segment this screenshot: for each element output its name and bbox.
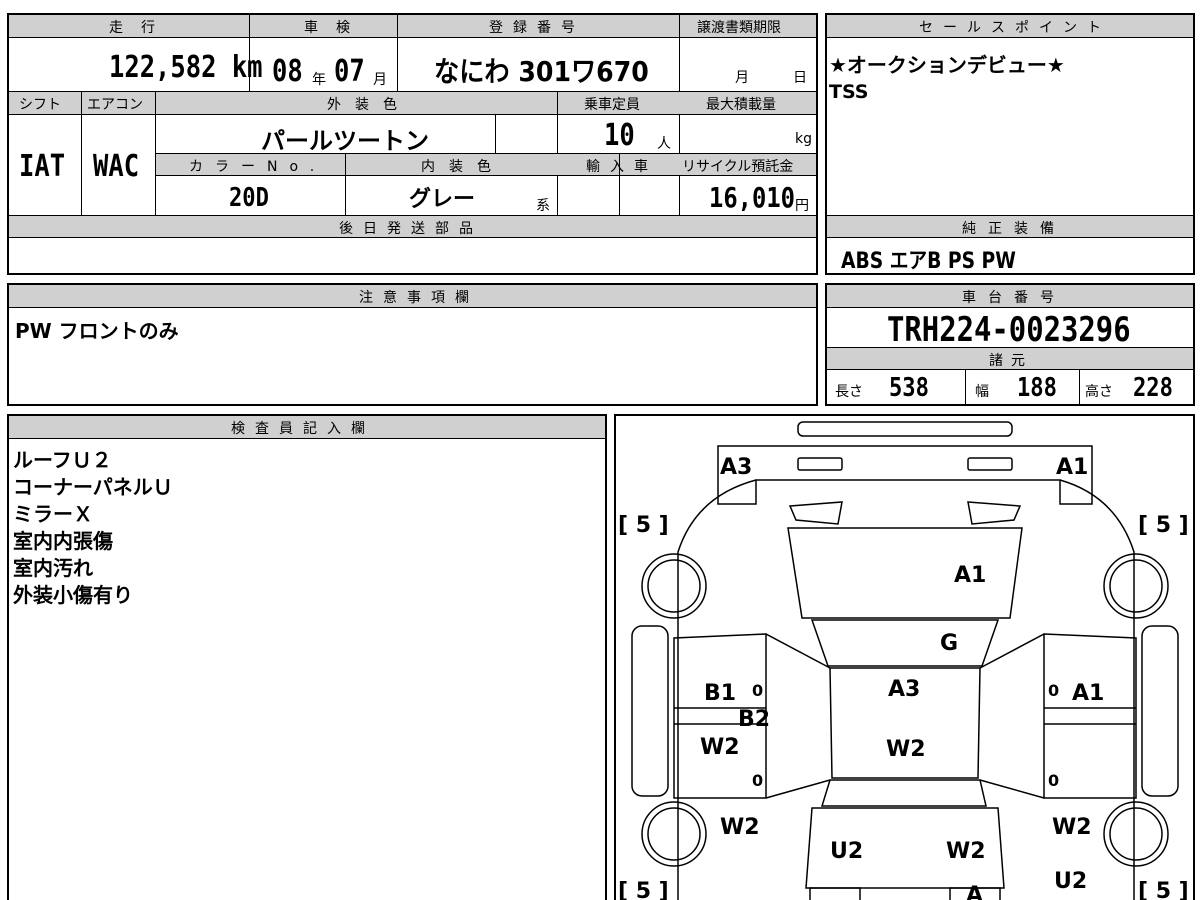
mark-a1-right: A1 <box>1072 681 1104 706</box>
height-value: 228 <box>1133 373 1173 403</box>
chassis-value: TRH224-0023296 <box>887 310 1131 350</box>
chassis-label: 車台番号 <box>962 290 1066 306</box>
exterior-color-value: パールツートン <box>261 127 429 155</box>
exterior-color-label: 外装色 <box>327 97 411 113</box>
length-label: 長さ <box>835 384 863 400</box>
mark-u2-rear-center: U2 <box>830 839 863 864</box>
mark-a1-front-right: A1 <box>1056 455 1088 480</box>
width-label: 幅 <box>975 384 989 400</box>
capacity-label: 乗車定員 <box>584 97 640 113</box>
tire-depth-rear-right: [ 5 ] <box>1138 879 1189 900</box>
later-parts-label: 後日発送部品 <box>339 221 483 237</box>
width-value: 188 <box>1017 373 1057 403</box>
registration-label: 登録番号 <box>489 20 585 36</box>
recycle-unit: 円 <box>795 198 809 214</box>
deadline-day-unit: 日 <box>793 70 807 86</box>
vehicle-info-table: 走行 車検 登録番号 譲渡書類期限 122,582 km 08 年 07 月 な… <box>7 13 818 275</box>
mark-w2-rear-left: W2 <box>720 815 760 840</box>
sales-point-line-1: ★オークションデビュー★ <box>829 53 1065 77</box>
inspection-month: 07 <box>334 54 365 89</box>
interior-color-label: 内装色 <box>421 159 505 175</box>
import-label: 輸入車 <box>586 159 658 175</box>
capacity-value: 10 <box>604 118 635 153</box>
inspector-line-2: コーナーパネルＵ <box>13 475 173 499</box>
car-diagram: [ 5 ] [ 5 ] [ 5 ] [ 5 ] A3 A1 A1 G B1 B2… <box>618 421 1189 900</box>
notes-box: 注意事項欄 PW フロントのみ <box>7 283 818 406</box>
shift-label: シフト <box>19 97 61 113</box>
sales-points-label: セールスポイント <box>919 20 1111 36</box>
notes-label: 注意事項欄 <box>359 290 479 306</box>
inspection-month-unit: 月 <box>373 72 387 88</box>
inspection-year-unit: 年 <box>312 72 326 88</box>
deadline-month-unit: 月 <box>735 70 749 86</box>
mark-zero-1: 0 <box>752 681 763 700</box>
sales-points-box: セールスポイント ★オークションデビュー★ TSS 純正装備 ABS エアB P… <box>825 13 1195 275</box>
genuine-equipment-label: 純正装備 <box>962 221 1066 237</box>
mark-zero-2: 0 <box>752 771 763 790</box>
mark-w2-rear-right: W2 <box>1052 815 1092 840</box>
inspector-box: 検査員記入欄 ルーフＵ２ コーナーパネルＵ ミラーＸ 室内内張傷 室内汚れ 外装… <box>7 414 607 900</box>
inspection-label: 車検 <box>304 20 368 36</box>
mark-w2-rear-center: W2 <box>946 839 986 864</box>
color-no-label: カラーNo. <box>189 159 327 175</box>
mark-b1-left: B1 <box>704 681 736 706</box>
mark-w2-left-door: W2 <box>700 735 740 760</box>
mark-u2-rear-right: U2 <box>1054 869 1087 894</box>
tire-depth-front-left: [ 5 ] <box>618 513 669 538</box>
mark-g-windshield: G <box>940 631 958 656</box>
recycle-label: リサイクル預託金 <box>682 159 794 175</box>
shift-value: IAT <box>19 149 66 184</box>
mark-a1-bonnet: A1 <box>954 563 986 588</box>
mileage-label: 走行 <box>109 20 173 36</box>
mark-w2-roof: W2 <box>886 737 926 762</box>
interior-color-suffix: 系 <box>536 198 550 214</box>
max-load-unit: kg <box>795 131 812 147</box>
inspector-line-4: 室内内張傷 <box>13 529 113 553</box>
inspector-label: 検査員記入欄 <box>231 421 375 437</box>
recycle-value: 16,010 <box>709 181 795 214</box>
tire-depth-front-right: [ 5 ] <box>1138 513 1189 538</box>
mark-zero-3: 0 <box>1048 681 1059 700</box>
mark-a-rear: A <box>966 883 983 900</box>
aircon-label: エアコン <box>87 97 143 113</box>
specs-label: 諸元 <box>989 353 1033 369</box>
mark-zero-4: 0 <box>1048 771 1059 790</box>
registration-value: なにわ 301ワ670 <box>434 55 649 88</box>
inspector-line-1: ルーフＵ２ <box>13 448 112 472</box>
car-diagram-box: [ 5 ] [ 5 ] [ 5 ] [ 5 ] A3 A1 A1 G B1 B2… <box>614 414 1195 900</box>
length-value: 538 <box>889 373 929 403</box>
sales-point-line-2: TSS <box>829 81 869 103</box>
inspector-line-5: 室内汚れ <box>13 556 93 580</box>
interior-color-value: グレー <box>409 187 476 212</box>
mileage-value: 122,582 km <box>109 50 263 85</box>
max-load-label: 最大積載量 <box>706 97 776 113</box>
notes-value: PW フロントのみ <box>15 319 179 343</box>
height-label: 高さ <box>1085 384 1113 400</box>
inspection-year: 08 <box>272 54 303 89</box>
color-no-value: 20D <box>229 183 269 213</box>
genuine-equipment-value: ABS エアB PS PW <box>841 249 1016 274</box>
mark-a3-roof: A3 <box>888 677 920 702</box>
capacity-unit: 人 <box>657 136 671 152</box>
inspector-line-6: 外装小傷有り <box>13 583 133 607</box>
transfer-deadline-label: 譲渡書類期限 <box>697 20 781 36</box>
chassis-specs-box: 車台番号 TRH224-0023296 諸元 長さ 538 幅 188 高さ 2… <box>825 283 1195 406</box>
tire-depth-rear-left: [ 5 ] <box>618 879 669 900</box>
aircon-value: WAC <box>93 149 140 184</box>
inspector-line-3: ミラーＸ <box>13 502 93 526</box>
mark-b2-left: B2 <box>738 707 770 732</box>
mark-a3-front-left: A3 <box>720 455 752 480</box>
